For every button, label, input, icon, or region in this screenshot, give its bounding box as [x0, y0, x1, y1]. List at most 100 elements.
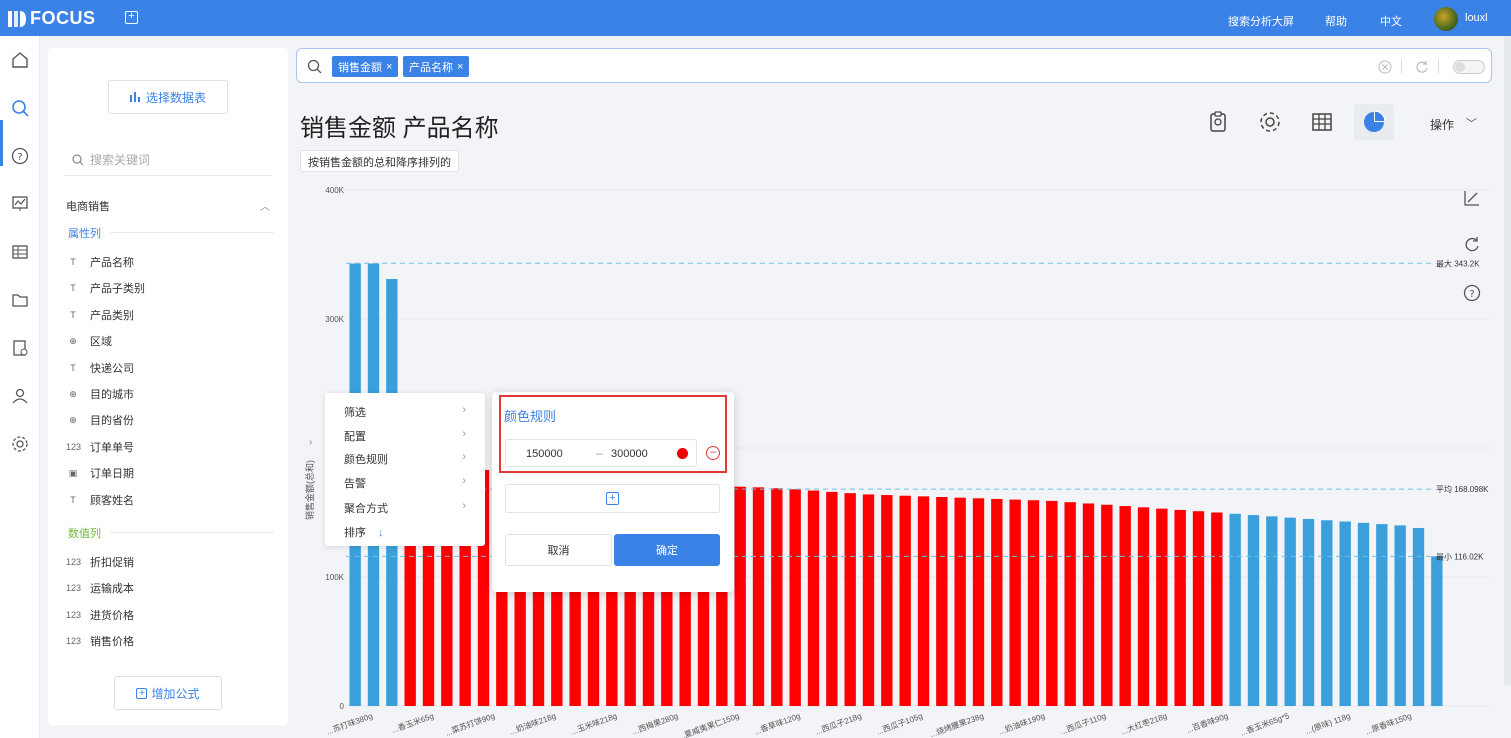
search-chip-sales-amount[interactable]: 销售金额 × — [332, 56, 399, 77]
table-icon[interactable] — [10, 242, 30, 262]
color-swatch[interactable] — [677, 448, 688, 459]
search-icon[interactable] — [10, 98, 30, 118]
left-nav: ? — [0, 36, 40, 738]
chart-view-toggle[interactable] — [1354, 104, 1394, 140]
range-min-input[interactable]: 150000 — [526, 448, 563, 460]
search-bar[interactable]: 销售金额 × 产品名称 × — [296, 48, 1492, 83]
bar — [1137, 507, 1150, 706]
field-item[interactable]: T 产品类别 — [66, 307, 134, 323]
x-tick-label: ...西瓜子218g — [814, 711, 863, 736]
chevron-right-icon: › — [462, 475, 466, 487]
menu-item-config[interactable]: 配置 › — [344, 428, 466, 444]
axis-tool-icon[interactable] — [1462, 188, 1482, 208]
menu-item-color-rule[interactable]: 颜色规则 › — [344, 451, 466, 467]
field-item[interactable]: ▣ 订单日期 — [66, 465, 134, 481]
bar — [1412, 527, 1425, 706]
field-item[interactable]: ⊕ 目的省份 — [66, 412, 134, 428]
menu-item-sort[interactable]: 排序 ↓ — [344, 524, 464, 540]
table-group-title[interactable]: 电商销售 — [66, 198, 110, 214]
bar-chart-icon — [129, 92, 140, 102]
attribute-section-label: 属性列 — [68, 228, 101, 240]
cancel-button[interactable]: 取消 — [505, 534, 612, 566]
field-item[interactable]: T 顾客姓名 — [66, 492, 134, 508]
field-item[interactable]: T 快递公司 — [66, 360, 134, 376]
mode-toggle[interactable] — [1453, 60, 1485, 74]
color-rule-dialog: 颜色规则 150000 – 300000 – + 取消 确定 — [492, 392, 734, 592]
chevron-up-icon[interactable]: ︿ — [260, 198, 270, 213]
field-item[interactable]: 123 进货价格 — [66, 607, 134, 623]
svg-text:?: ? — [17, 152, 22, 163]
field-item[interactable]: 123 运输成本 — [66, 580, 134, 596]
close-icon[interactable]: × — [386, 61, 392, 73]
add-formula-button[interactable]: + 增加公式 — [114, 676, 222, 710]
field-item[interactable]: 123 折扣促销 — [66, 554, 134, 570]
field-item[interactable]: T 产品子类别 — [66, 280, 145, 296]
menu-item-alert[interactable]: 告警 › — [344, 475, 466, 491]
table-view-icon[interactable] — [1308, 108, 1336, 136]
bar — [1192, 511, 1205, 706]
help-icon[interactable]: ? — [1462, 283, 1482, 303]
language-link[interactable]: 中文 — [1380, 13, 1402, 29]
remove-rule-icon[interactable]: – — [706, 446, 720, 460]
avatar[interactable] — [1434, 7, 1458, 31]
home-icon[interactable] — [10, 50, 30, 70]
clear-icon[interactable] — [1378, 60, 1392, 74]
user-icon[interactable] — [10, 386, 30, 406]
folder-icon[interactable] — [10, 290, 30, 310]
username[interactable]: louxl — [1465, 12, 1488, 24]
gear-icon[interactable] — [1256, 108, 1284, 136]
keyword-search-placeholder: 搜索关键词 — [90, 153, 151, 167]
screen-analysis-link[interactable]: 搜索分析大屏 — [1228, 13, 1294, 29]
field-item[interactable]: ⊕ 区域 — [66, 333, 112, 349]
page-scrollbar[interactable] — [1504, 36, 1511, 686]
operations-menu[interactable]: 操作 — [1430, 116, 1454, 133]
text-icon: T — [70, 362, 76, 373]
close-icon[interactable]: × — [457, 61, 463, 73]
bar — [734, 486, 746, 706]
bar — [1302, 518, 1315, 706]
chip-label: 产品名称 — [409, 61, 453, 74]
field-item[interactable]: T 产品名称 — [66, 254, 134, 270]
help-icon[interactable]: ? — [10, 146, 30, 166]
confirm-button[interactable]: 确定 — [614, 534, 720, 566]
logo[interactable]: FOCUS — [8, 8, 96, 29]
new-tab-icon[interactable]: + — [125, 11, 138, 24]
reference-line-label: 平均 168.098K — [1436, 484, 1489, 494]
field-item[interactable]: 123 销售价格 — [66, 633, 134, 649]
field-item[interactable]: 123 订单单号 — [66, 439, 134, 455]
bar — [1357, 522, 1370, 706]
menu-item-aggregation[interactable]: 聚合方式 › — [344, 500, 466, 516]
add-rule-button[interactable]: + — [505, 484, 720, 513]
chevron-down-icon[interactable]: ﹀ — [1466, 115, 1477, 131]
help-link[interactable]: 帮助 — [1325, 13, 1347, 29]
settings-icon[interactable] — [10, 434, 30, 454]
field-label: 快递公司 — [90, 362, 134, 375]
numeric-section-label: 数值列 — [68, 528, 101, 540]
x-tick-label: ...西梅果280g — [630, 710, 679, 736]
number-icon: 123 — [66, 557, 82, 567]
range-max-input[interactable]: 300000 — [611, 448, 648, 460]
menu-item-filter[interactable]: 筛选 › — [344, 404, 466, 420]
x-tick-label: ...大红枣218g — [1119, 710, 1168, 736]
divider — [110, 532, 274, 533]
dashboard-icon[interactable] — [10, 194, 30, 214]
search-chip-product-name[interactable]: 产品名称 × — [403, 56, 470, 77]
bar — [1082, 503, 1095, 706]
clipboard-icon[interactable] — [1204, 108, 1232, 136]
menu-item-label: 告警 — [344, 478, 366, 490]
field-item[interactable]: ⊕ 目的城市 — [66, 386, 134, 402]
select-table-button[interactable]: 选择数据表 — [108, 80, 228, 114]
field-label: 销售价格 — [90, 636, 134, 649]
bar — [844, 493, 856, 706]
y-axis-label: 销售金额(总和) — [304, 460, 315, 520]
bar — [826, 491, 838, 706]
bar — [1101, 504, 1113, 706]
bar — [1046, 500, 1058, 706]
x-tick-label: ...烧烤腰果238g — [928, 710, 984, 738]
field-label: 目的城市 — [90, 389, 134, 401]
reset-icon[interactable] — [1462, 235, 1482, 255]
chevron-right-icon: › — [309, 437, 312, 448]
keyword-search[interactable]: 搜索关键词 — [64, 144, 272, 176]
refresh-icon[interactable] — [1415, 60, 1429, 74]
report-settings-icon[interactable] — [10, 338, 30, 358]
